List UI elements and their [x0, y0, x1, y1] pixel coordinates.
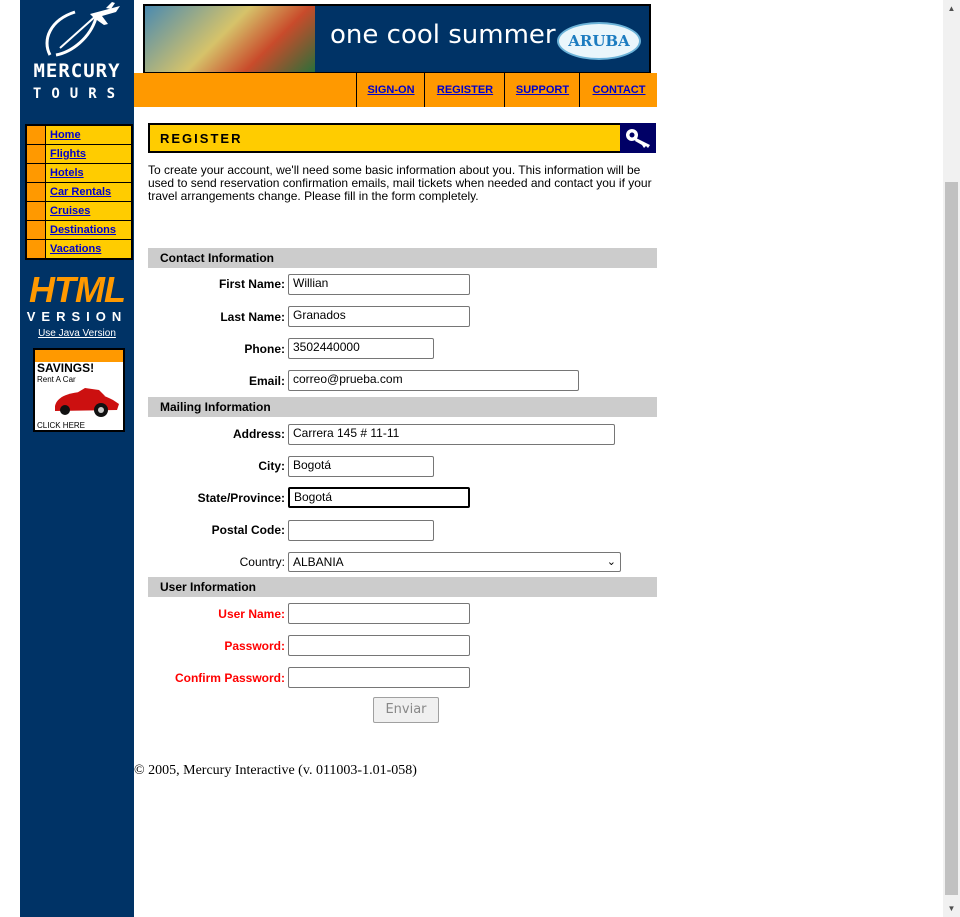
- nav-bullet: [27, 183, 46, 201]
- banner-text: one cool summer: [330, 20, 556, 50]
- address-label: Address:: [232, 427, 285, 441]
- register-header: REGISTER: [148, 123, 656, 153]
- left-nav-item-cruises[interactable]: Cruises: [27, 202, 131, 220]
- section-user-header: User Information: [148, 577, 657, 597]
- password-label: Password:: [224, 639, 285, 653]
- username-field[interactable]: [288, 603, 470, 624]
- logo[interactable]: MERCURY TOURS: [20, 0, 134, 110]
- confirm-password-label: Confirm Password:: [174, 671, 285, 685]
- confirm-password-field[interactable]: [288, 667, 470, 688]
- top-nav: SIGN-ON REGISTER SUPPORT CONTACT: [134, 73, 657, 107]
- intro-text: To create your account, we'll need some …: [148, 163, 652, 203]
- key-icon: [620, 123, 656, 153]
- first-name-label: First Name:: [218, 277, 285, 291]
- banner-ad[interactable]: one cool summer ARUBA: [143, 4, 651, 74]
- logo-word-tours: TOURS: [32, 86, 126, 102]
- postal-code-field[interactable]: [288, 520, 434, 541]
- country-label: Country:: [239, 555, 285, 569]
- city-field[interactable]: Bogotá: [288, 456, 434, 477]
- nav-bullet: [27, 164, 46, 182]
- top-nav-sign-on[interactable]: SIGN-ON: [356, 73, 425, 107]
- city-label: City:: [258, 459, 285, 473]
- page-title: REGISTER: [160, 131, 243, 146]
- state-label: State/Province:: [197, 491, 285, 505]
- left-nav-link[interactable]: Car Rentals: [46, 183, 111, 201]
- savings-ad[interactable]: SAVINGS! Rent A Car CLICK HERE: [33, 348, 125, 432]
- section-mailing-header: Mailing Information: [148, 397, 657, 417]
- left-nav-link[interactable]: Home: [46, 126, 81, 144]
- left-nav-link[interactable]: Vacations: [46, 240, 101, 258]
- country-value: ALBANIA: [293, 555, 344, 569]
- left-nav-link[interactable]: Hotels: [46, 164, 84, 182]
- first-name-field[interactable]: Willian: [288, 274, 470, 295]
- scroll-down-icon[interactable]: ▼: [943, 900, 960, 917]
- car-icon: [55, 388, 119, 417]
- banner-photo: [145, 6, 315, 72]
- email-field[interactable]: correo@prueba.com: [288, 370, 579, 391]
- left-nav-item-car-rentals[interactable]: Car Rentals: [27, 183, 131, 201]
- left-nav-link[interactable]: Destinations: [46, 221, 116, 239]
- nav-bullet: [27, 221, 46, 239]
- nav-bullet: [27, 240, 46, 258]
- section-contact-header: Contact Information: [148, 248, 657, 268]
- page: MERCURY TOURS Home Flights Hotels Car Re…: [0, 0, 960, 917]
- scrollbar[interactable]: ▲ ▼: [943, 0, 960, 917]
- phone-field[interactable]: 3502440000: [288, 338, 434, 359]
- chevron-down-icon: ⌄: [606, 556, 616, 568]
- username-label: User Name:: [218, 607, 285, 621]
- nav-bullet: [27, 202, 46, 220]
- java-version-link[interactable]: Use Java Version: [20, 328, 134, 339]
- left-nav-item-flights[interactable]: Flights: [27, 145, 131, 163]
- left-nav-item-vacations[interactable]: Vacations: [27, 240, 131, 258]
- address-field[interactable]: Carrera 145 # 11-11: [288, 424, 615, 445]
- left-nav-item-home[interactable]: Home: [27, 126, 131, 144]
- logo-word-mercury: MERCURY: [33, 60, 121, 82]
- last-name-label: Last Name:: [220, 310, 285, 324]
- email-label: Email:: [248, 374, 285, 388]
- phone-label: Phone:: [244, 342, 285, 356]
- top-nav-support[interactable]: SUPPORT: [504, 73, 580, 107]
- plane-logo-icon: [45, 2, 120, 57]
- postal-code-label: Postal Code:: [211, 523, 285, 537]
- country-select[interactable]: ALBANIA ⌄: [288, 552, 621, 572]
- left-nav: Home Flights Hotels Car Rentals Cruises …: [25, 124, 133, 260]
- left-nav-item-destinations[interactable]: Destinations: [27, 221, 131, 239]
- aruba-logo: ARUBA: [557, 22, 641, 60]
- submit-button[interactable]: Enviar: [373, 697, 439, 723]
- scrollbar-thumb[interactable]: [945, 182, 958, 895]
- state-field[interactable]: Bogotá: [288, 487, 470, 508]
- top-nav-contact[interactable]: CONTACT: [579, 73, 658, 107]
- top-nav-register[interactable]: REGISTER: [424, 73, 505, 107]
- left-nav-link[interactable]: Cruises: [46, 202, 90, 220]
- nav-bullet: [27, 126, 46, 144]
- nav-bullet: [27, 145, 46, 163]
- last-name-field[interactable]: Granados: [288, 306, 470, 327]
- copyright: © 2005, Mercury Interactive (v. 011003-1…: [134, 763, 417, 778]
- password-field[interactable]: [288, 635, 470, 656]
- left-nav-item-hotels[interactable]: Hotels: [27, 164, 131, 182]
- left-nav-link[interactable]: Flights: [46, 145, 86, 163]
- scroll-up-icon[interactable]: ▲: [943, 0, 960, 17]
